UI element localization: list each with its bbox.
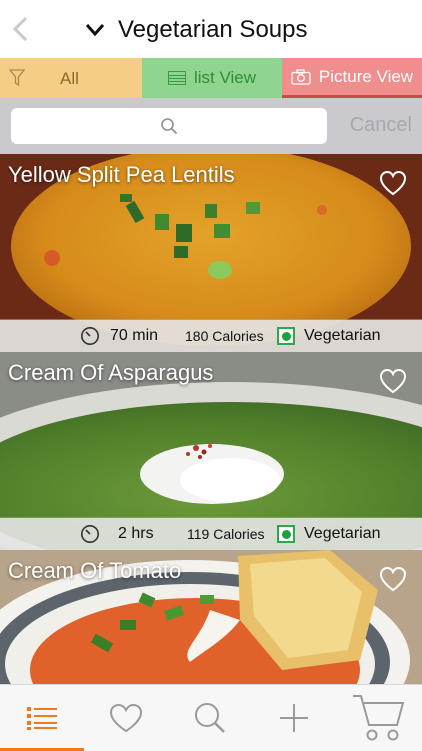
cook-time: 70 min xyxy=(110,327,159,344)
picture-view-label: Picture View xyxy=(318,66,414,86)
tab-bar xyxy=(0,684,422,751)
search-row: Cancel xyxy=(0,98,422,154)
tab-list[interactable] xyxy=(0,685,84,751)
filter-all-button[interactable]: All xyxy=(0,58,142,98)
list-view-label: list View xyxy=(193,68,257,87)
favorite-heart-icon[interactable] xyxy=(379,170,407,196)
tab-cart[interactable] xyxy=(336,685,420,751)
category-selector[interactable]: Vegetarian Soups xyxy=(84,14,307,46)
camera-icon xyxy=(291,68,311,85)
recipe-info-bar: 2 hrs 119 Calories Vegetarian xyxy=(0,518,422,550)
favorite-heart-icon[interactable] xyxy=(379,566,407,592)
timer-icon xyxy=(81,327,99,345)
vegetarian-icon xyxy=(277,525,295,543)
tab-favorites[interactable] xyxy=(84,685,168,751)
search-icon xyxy=(195,703,225,733)
diet-label: Vegetarian xyxy=(304,327,381,344)
page-title: Vegetarian Soups xyxy=(118,16,308,43)
tab-add[interactable] xyxy=(252,685,336,751)
heart-icon xyxy=(109,703,143,733)
recipe-card[interactable]: Cream Of Asparagus 2 hrs 119 Calories Ve… xyxy=(0,352,422,550)
timer-icon xyxy=(81,525,99,543)
chevron-down-icon xyxy=(84,19,106,41)
chevron-left-icon xyxy=(12,16,28,42)
tab-search[interactable] xyxy=(168,685,252,751)
list-icon xyxy=(27,707,57,730)
cancel-button[interactable]: Cancel xyxy=(350,114,412,137)
vegetarian-icon xyxy=(277,327,295,345)
recipe-info-bar: 70 min 180 Calories Vegetarian xyxy=(0,320,422,352)
recipe-card[interactable]: Yellow Split Pea Lentils 70 min 180 Calo… xyxy=(0,154,422,352)
list-view-button[interactable]: list View xyxy=(142,58,282,98)
filter-all-label: All xyxy=(60,69,79,88)
cook-time: 2 hrs xyxy=(118,525,154,542)
calories: 119 Calories xyxy=(187,526,265,542)
nav-bar: Vegetarian Soups xyxy=(0,0,422,58)
cart-icon xyxy=(353,695,405,741)
recipe-name: Cream Of Asparagus xyxy=(8,360,214,385)
recipe-name: Yellow Split Pea Lentils xyxy=(8,162,235,187)
view-filter-bar: All list View Picture View xyxy=(0,58,422,98)
picture-view-button[interactable]: Picture View xyxy=(282,58,422,98)
back-button[interactable] xyxy=(8,14,32,44)
search-input[interactable] xyxy=(11,108,327,144)
list-view-icon xyxy=(167,71,186,85)
favorite-heart-icon[interactable] xyxy=(379,368,407,394)
filter-icon xyxy=(9,69,25,87)
recipe-card[interactable]: Cream Of Tomato xyxy=(0,550,422,684)
search-icon xyxy=(161,118,178,135)
plus-icon xyxy=(280,704,308,732)
diet-label: Vegetarian xyxy=(304,525,381,542)
recipe-name: Cream Of Tomato xyxy=(8,558,182,583)
calories: 180 Calories xyxy=(185,328,264,344)
